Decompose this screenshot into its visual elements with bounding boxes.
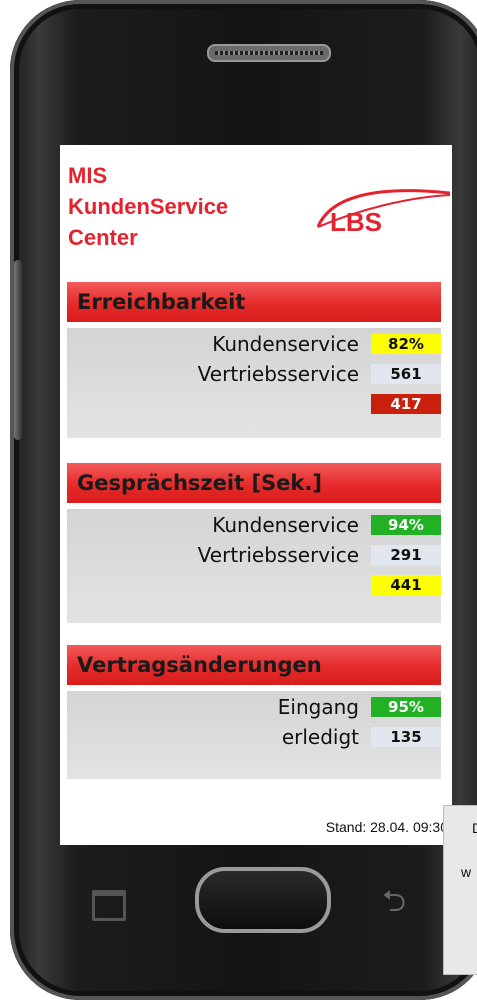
section-header: Erreichbarkeit: [67, 282, 441, 322]
section-header: Vertragsänderungen: [67, 645, 441, 685]
lbs-logo-text: LBS: [330, 207, 382, 237]
section-header: Gesprächszeit [Sek.]: [67, 463, 441, 503]
metric-value-badge: 291: [371, 545, 441, 565]
section-body: Kundenservice 82% Vertriebsservice 561 4…: [67, 328, 441, 438]
metric-value-badge: 135: [371, 727, 441, 747]
app-screen: MIS KundenService Center LBS Erreichbark…: [60, 145, 452, 845]
metric-row: erledigt 135: [67, 723, 441, 753]
section-body: Eingang 95% erledigt 135: [67, 691, 441, 779]
metric-value-badge: 417: [371, 394, 441, 414]
metric-value-badge: 94%: [371, 515, 441, 535]
section-erreichbarkeit: Erreichbarkeit Kundenservice 82% Vertrie…: [67, 282, 441, 438]
metric-value-badge: 95%: [371, 697, 441, 717]
metric-value-badge: 82%: [371, 334, 441, 354]
metric-label: erledigt: [281, 725, 359, 749]
metric-row: Vertriebsservice 561: [67, 360, 441, 390]
timestamp-label: Stand: 28.04. 09:30: [325, 819, 448, 835]
metric-label: Vertriebsservice: [197, 543, 359, 567]
tooltip-text: D: [472, 820, 477, 836]
metric-row: Kundenservice 94%: [67, 511, 441, 541]
metric-value-badge: 561: [371, 364, 441, 384]
metric-row: Kundenservice 82%: [67, 330, 441, 360]
metric-label: Vertriebsservice: [197, 362, 359, 386]
section-vertragsaenderungen: Vertragsänderungen Eingang 95% erledigt …: [67, 645, 441, 779]
tooltip-box: D w: [443, 805, 477, 975]
metric-value-badge: 441: [371, 575, 441, 595]
tooltip-text: w: [461, 864, 472, 880]
metric-row: Eingang 95%: [67, 693, 441, 723]
metric-row: 441: [67, 571, 441, 601]
metric-label: Kundenservice: [212, 513, 359, 537]
app-title: MIS KundenService Center: [68, 163, 229, 250]
metric-row: 417: [67, 390, 441, 420]
recent-apps-icon[interactable]: [92, 890, 126, 921]
section-gespraechszeit: Gesprächszeit [Sek.] Kundenservice 94% V…: [67, 463, 441, 623]
back-icon[interactable]: ⮌: [382, 887, 422, 917]
speaker-grill: [215, 51, 323, 55]
speaker-icon: [207, 44, 331, 62]
volume-button[interactable]: [14, 260, 22, 440]
home-button[interactable]: [195, 867, 331, 933]
metric-label: Eingang: [277, 695, 359, 719]
section-body: Kundenservice 94% Vertriebsservice 291 4…: [67, 509, 441, 623]
metric-label: Kundenservice: [212, 332, 359, 356]
metric-row: Vertriebsservice 291: [67, 541, 441, 571]
lbs-logo: LBS: [300, 187, 451, 247]
